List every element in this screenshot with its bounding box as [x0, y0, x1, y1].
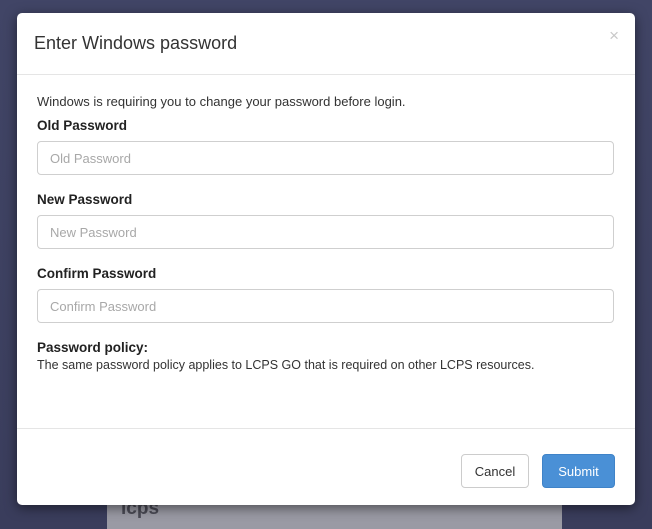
- new-password-label: New Password: [37, 192, 133, 207]
- policy-title: Password policy:: [37, 340, 149, 355]
- submit-button[interactable]: Submit: [542, 454, 615, 488]
- old-password-label: Old Password: [37, 118, 128, 133]
- new-password-input[interactable]: [37, 215, 614, 249]
- old-password-input[interactable]: [37, 141, 614, 175]
- cancel-button[interactable]: Cancel: [461, 454, 529, 488]
- dialog-title: Enter Windows password: [34, 33, 238, 53]
- close-icon[interactable]: ×: [609, 27, 619, 44]
- password-dialog: Enter Windows password × Windows is requ…: [17, 13, 635, 505]
- confirm-password-input[interactable]: [37, 289, 614, 323]
- intro-text: Windows is requiring you to change your …: [37, 94, 406, 109]
- dialog-body: Windows is requiring you to change your …: [17, 75, 635, 429]
- confirm-password-label: Confirm Password: [37, 266, 157, 281]
- dialog-header: Enter Windows password ×: [17, 13, 635, 75]
- policy-text: The same password policy applies to LCPS…: [37, 358, 535, 372]
- dialog-footer: Cancel Submit: [17, 429, 635, 504]
